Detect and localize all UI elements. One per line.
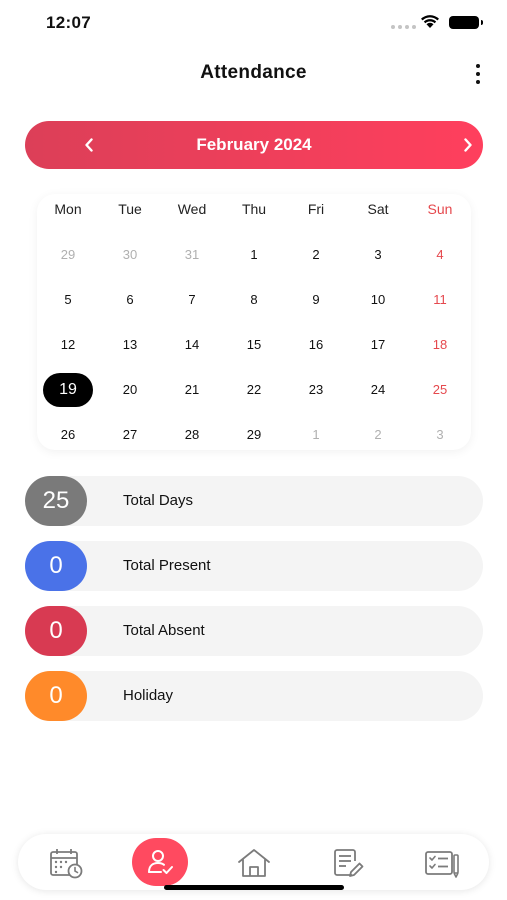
app-header: Attendance — [0, 56, 507, 92]
home-indicator — [164, 885, 344, 890]
weekday-label: Wed — [177, 201, 207, 217]
calendar-day[interactable]: 16 — [285, 322, 347, 367]
calendar-day[interactable]: 4 — [409, 232, 471, 277]
stat-total-present: 0 Total Present — [25, 541, 483, 591]
calendar-day[interactable]: 26 — [37, 412, 99, 457]
chevron-right-icon — [464, 138, 472, 152]
calendar-day[interactable]: 29 — [223, 412, 285, 457]
status-time: 12:07 — [46, 13, 91, 32]
calendar-day[interactable]: 31 — [161, 232, 223, 277]
calendar-day-selected[interactable]: 19 — [37, 367, 99, 412]
checklist-icon — [425, 851, 459, 878]
calendar-day[interactable]: 6 — [99, 277, 161, 322]
days-grid: 29 30 31 1 2 3 4 5 6 7 8 9 10 11 12 13 1… — [37, 232, 471, 457]
user-check-icon — [148, 850, 173, 874]
calendar-grid: Mon Tue Wed Thu Fri Sat Sun 29 30 31 1 2… — [37, 194, 471, 450]
nav-documents-button[interactable] — [328, 843, 368, 883]
weekday-label: Mon — [54, 201, 82, 217]
calendar-day[interactable]: 30 — [99, 232, 161, 277]
calendar-day[interactable]: 3 — [409, 412, 471, 457]
calendar-day[interactable]: 25 — [409, 367, 471, 412]
stat-total-absent: 0 Total Absent — [25, 606, 483, 656]
calendar-day[interactable]: 9 — [285, 277, 347, 322]
month-label: February 2024 — [196, 135, 312, 154]
stat-count-badge: 0 — [25, 541, 87, 591]
calendar-day[interactable]: 8 — [223, 277, 285, 322]
stat-total-days: 25 Total Days — [25, 476, 483, 526]
calendar-day[interactable]: 10 — [347, 277, 409, 322]
calendar-day[interactable]: 18 — [409, 322, 471, 367]
calendar-day[interactable]: 21 — [161, 367, 223, 412]
signal-icon — [391, 25, 416, 29]
calendar-day[interactable]: 1 — [285, 412, 347, 457]
stat-count-badge: 0 — [25, 671, 87, 721]
calendar-day[interactable]: 3 — [347, 232, 409, 277]
calendar-day[interactable]: 20 — [99, 367, 161, 412]
stat-count-badge: 0 — [25, 606, 87, 656]
calendar-day[interactable]: 28 — [161, 412, 223, 457]
stat-holiday: 0 Holiday — [25, 671, 483, 721]
calendar-day[interactable]: 17 — [347, 322, 409, 367]
weekday-label: Sat — [367, 201, 389, 217]
more-options-icon[interactable] — [468, 60, 488, 88]
weekday-label: Thu — [241, 201, 267, 217]
calendar-day[interactable]: 2 — [347, 412, 409, 457]
calendar-day[interactable]: 29 — [37, 232, 99, 277]
stat-label: Total Absent — [123, 622, 205, 639]
month-selector: February 2024 — [25, 121, 483, 169]
battery-icon — [449, 16, 483, 29]
calendar-day[interactable]: 15 — [223, 322, 285, 367]
bottom-nav — [18, 834, 489, 890]
calendar-day[interactable]: 13 — [99, 322, 161, 367]
calendar-day[interactable]: 24 — [347, 367, 409, 412]
weekday-label: Tue — [118, 201, 142, 217]
calendar-day[interactable]: 5 — [37, 277, 99, 322]
selected-day-label: 19 — [43, 372, 93, 407]
nav-calendar-button[interactable] — [46, 843, 86, 883]
calendar-day[interactable]: 12 — [37, 322, 99, 367]
weekday-label: Fri — [307, 201, 325, 217]
page-title: Attendance — [200, 62, 307, 83]
calendar-day[interactable]: 2 — [285, 232, 347, 277]
home-icon — [238, 849, 270, 877]
nav-attendance-button[interactable] — [132, 838, 188, 886]
weekday-label: Sun — [427, 201, 453, 217]
document-edit-icon — [334, 849, 364, 877]
calendar-day[interactable]: 23 — [285, 367, 347, 412]
stat-count-badge: 25 — [25, 476, 87, 526]
next-month-button[interactable] — [454, 131, 482, 159]
calendar-day[interactable]: 7 — [161, 277, 223, 322]
stat-label: Total Days — [123, 492, 194, 509]
nav-tasks-button[interactable] — [422, 843, 462, 883]
calendar-day[interactable]: 11 — [409, 277, 471, 322]
stat-label: Holiday — [123, 687, 174, 704]
weekday-header: Mon Tue Wed Thu Fri Sat Sun — [37, 201, 471, 217]
stat-label: Total Present — [123, 557, 211, 574]
nav-home-button[interactable] — [234, 843, 274, 883]
calendar-day[interactable]: 1 — [223, 232, 285, 277]
calendar-day[interactable]: 22 — [223, 367, 285, 412]
calendar-day[interactable]: 14 — [161, 322, 223, 367]
calendar-clock-icon — [50, 849, 83, 879]
calendar-day[interactable]: 27 — [99, 412, 161, 457]
wifi-icon — [421, 15, 439, 28]
status-bar: 12:07 — [0, 0, 507, 44]
